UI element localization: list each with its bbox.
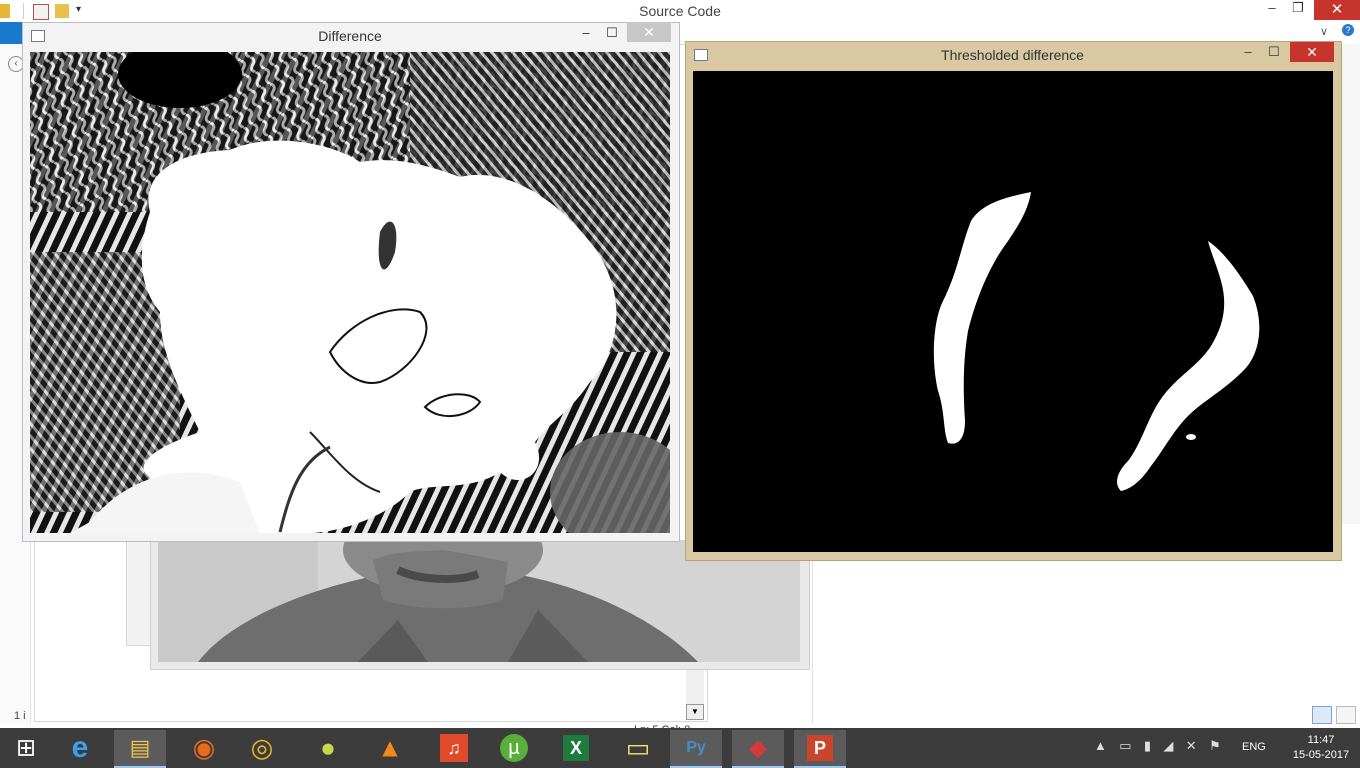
thresholded-minimize-button[interactable]: – <box>1238 44 1258 59</box>
show-hidden-icons-icon[interactable]: ▲ <box>1094 738 1107 753</box>
taskbar-firefox[interactable]: ◉ <box>178 730 230 766</box>
properties-icon[interactable] <box>33 4 49 20</box>
taskbar-python[interactable]: Py <box>670 730 722 768</box>
file-list-area <box>812 560 1360 724</box>
thresholded-image <box>693 71 1333 552</box>
explorer-title: Source Code <box>639 3 721 19</box>
app-circles-icon: ● <box>320 732 336 763</box>
taskbar-internet-explorer[interactable]: e <box>54 730 106 766</box>
action-center-icon[interactable]: ⚑ <box>1209 738 1221 754</box>
taskbar-powerpoint[interactable]: P <box>794 730 846 768</box>
taskbar-headphones-app[interactable]: ♫ <box>428 730 480 766</box>
taskbar-excel[interactable]: X <box>550 730 602 766</box>
ribbon-expand-icon[interactable]: ∨ <box>1320 25 1328 38</box>
help-icon[interactable]: ? <box>1342 24 1354 36</box>
system-tray: ▲ ▭ ▮ ◢ ✕ ⚑ <box>1094 738 1230 758</box>
battery-icon[interactable]: ▮ <box>1144 738 1151 754</box>
clock-time: 11:47 <box>1307 734 1335 746</box>
misc-app-icon: ◆ <box>748 734 768 762</box>
taskbar-chrome[interactable]: ◎ <box>236 730 288 766</box>
start-button[interactable]: ⊞ <box>0 730 52 766</box>
volume-muted-icon[interactable]: ✕ <box>1186 738 1197 754</box>
divider <box>23 3 24 19</box>
difference-image <box>30 52 670 533</box>
keyboard-icon[interactable]: ▭ <box>1119 738 1131 754</box>
thresholded-maximize-button[interactable]: ☐ <box>1264 44 1284 60</box>
taskbar-vlc[interactable]: ▲ <box>364 730 416 766</box>
difference-close-button[interactable]: ✕ <box>627 22 671 42</box>
quick-access-dropdown-icon[interactable]: ▾ <box>76 4 81 15</box>
taskbar-sticky-notes[interactable]: ▭ <box>612 730 664 766</box>
items-count: 1 i <box>14 710 26 722</box>
chrome-icon: ◎ <box>250 732 274 763</box>
explorer-close-button[interactable]: ✕ <box>1314 0 1360 20</box>
firefox-icon: ◉ <box>192 732 216 763</box>
taskbar-file-explorer[interactable]: ▤ <box>114 730 166 768</box>
explorer-minimize-button[interactable]: – <box>1262 0 1282 15</box>
taskbar-utorrent[interactable]: µ <box>488 730 540 766</box>
difference-maximize-button[interactable]: ☐ <box>602 25 622 41</box>
file-tab[interactable] <box>0 22 22 44</box>
headphones-icon: ♫ <box>440 734 468 762</box>
windows-logo-icon: ⊞ <box>15 734 37 762</box>
difference-minimize-button[interactable]: – <box>576 25 596 40</box>
signal-icon[interactable]: ◢ <box>1163 738 1173 754</box>
clock[interactable]: 11:47 15-05-2017 <box>1288 733 1354 763</box>
taskbar-misc-app[interactable]: ◆ <box>732 730 784 768</box>
sticky-notes-icon: ▭ <box>625 732 651 763</box>
powerpoint-icon: P <box>807 735 833 761</box>
view-buttons <box>1312 706 1360 727</box>
explorer-scrollbar[interactable] <box>1340 44 1360 524</box>
excel-icon: X <box>563 735 589 761</box>
file-explorer-icon: ▤ <box>129 735 151 760</box>
vlc-icon: ▲ <box>377 732 403 763</box>
large-icons-view-icon[interactable] <box>1336 706 1356 724</box>
details-view-icon[interactable] <box>1312 706 1332 724</box>
clock-date: 15-05-2017 <box>1292 749 1350 761</box>
language-indicator[interactable]: ENG <box>1242 741 1266 753</box>
taskbar-app-circles[interactable]: ● <box>302 730 354 766</box>
internet-explorer-icon: e <box>71 731 89 764</box>
explorer-restore-button[interactable]: ❐ <box>1288 0 1308 16</box>
scroll-down-icon[interactable]: ▼ <box>686 704 704 720</box>
utorrent-icon: µ <box>500 734 528 762</box>
python-icon: Py <box>686 739 706 756</box>
new-folder-icon[interactable] <box>55 4 69 18</box>
thresholded-close-button[interactable]: ✕ <box>1290 42 1334 62</box>
folder-icon[interactable] <box>0 4 10 18</box>
